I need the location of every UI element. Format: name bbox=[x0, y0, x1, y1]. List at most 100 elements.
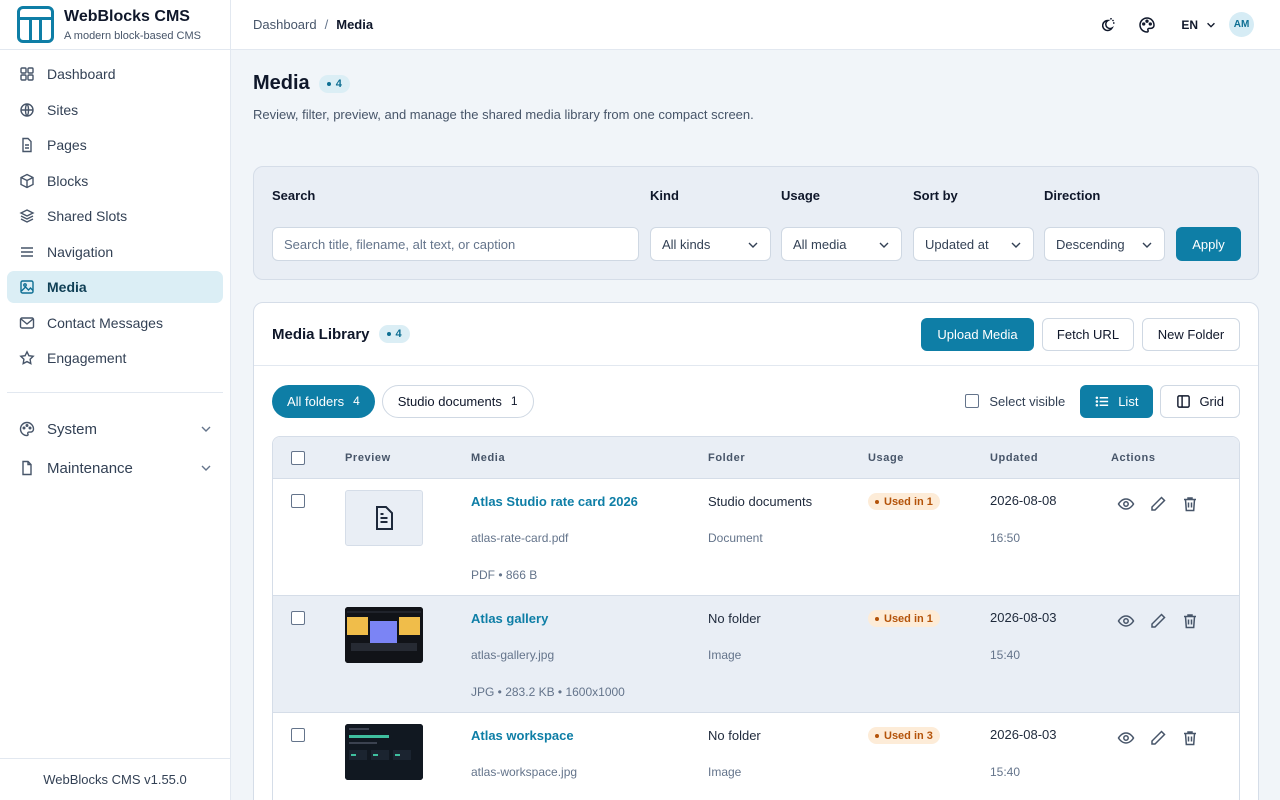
column-header: Preview bbox=[345, 451, 391, 464]
sidebar-item-blocks[interactable]: Blocks bbox=[7, 165, 223, 197]
sidebar-item-sites[interactable]: Sites bbox=[7, 94, 223, 126]
updated-time: 15:40 bbox=[990, 765, 1021, 779]
edit-icon[interactable] bbox=[1149, 729, 1167, 747]
media-title-link[interactable]: Atlas gallery bbox=[471, 611, 548, 626]
gallery-preview-image bbox=[345, 607, 423, 663]
folder-name: Studio documents bbox=[708, 494, 813, 509]
folder-chip-all[interactable]: All folders 4 bbox=[272, 384, 375, 418]
preview-thumbnail[interactable] bbox=[345, 490, 423, 546]
breadcrumb-current: Media bbox=[336, 17, 374, 32]
eye-icon[interactable] bbox=[1117, 612, 1135, 630]
preview-thumbnail[interactable] bbox=[345, 724, 423, 780]
folder-name: No folder bbox=[708, 611, 761, 626]
eye-icon[interactable] bbox=[1117, 495, 1135, 513]
chevron-down-icon bbox=[879, 242, 889, 248]
sidebar-item-label: Navigation bbox=[47, 243, 114, 260]
sidebar-group-system[interactable]: System bbox=[7, 411, 223, 447]
sidebar-group-maintenance[interactable]: Maintenance bbox=[7, 450, 223, 486]
theme-toggle-icon[interactable] bbox=[1098, 16, 1116, 34]
row-actions bbox=[1117, 612, 1199, 630]
media-meta: PDF • 866 B bbox=[471, 568, 538, 582]
sidebar-item-label: Pages bbox=[47, 137, 87, 153]
avatar[interactable]: AM bbox=[1229, 12, 1254, 37]
media-title-link[interactable]: Atlas Studio rate card 2026 bbox=[471, 494, 638, 509]
sidebar-item-contact-messages[interactable]: Contact Messages bbox=[7, 307, 223, 339]
row-checkbox[interactable] bbox=[291, 611, 305, 625]
sidebar-item-engagement[interactable]: Engagement bbox=[7, 342, 223, 374]
sidebar-item-label: Blocks bbox=[47, 172, 89, 189]
breadcrumb-parent[interactable]: Dashboard bbox=[253, 17, 317, 32]
kind-select[interactable]: All kinds bbox=[650, 227, 771, 261]
usage-select[interactable]: All media bbox=[781, 227, 902, 261]
folder-name: No folder bbox=[708, 728, 761, 743]
globe-icon bbox=[20, 102, 34, 117]
page-title: Media bbox=[253, 72, 310, 94]
folder-chip-label: Studio documents bbox=[397, 393, 502, 409]
media-kind: Image bbox=[708, 648, 742, 662]
sidebar-item-label: Engagement bbox=[47, 350, 127, 366]
sidebar-item-shared-slots[interactable]: Shared Slots bbox=[7, 200, 223, 232]
brand[interactable]: WebBlocks CMS A modern block-based CMS bbox=[0, 0, 230, 50]
trash-icon[interactable] bbox=[1181, 729, 1199, 747]
trash-icon[interactable] bbox=[1181, 495, 1199, 513]
brand-tagline: A modern block-based CMS bbox=[64, 29, 201, 42]
edit-icon[interactable] bbox=[1149, 612, 1167, 630]
edit-icon[interactable] bbox=[1149, 495, 1167, 513]
fetch-url-button[interactable]: Fetch URL bbox=[1042, 317, 1134, 351]
row-checkbox[interactable] bbox=[291, 494, 305, 508]
main-content: Media 4 Review, filter, preview, and man… bbox=[231, 50, 1280, 800]
chevron-down-icon bbox=[201, 465, 211, 471]
sort-select[interactable]: Updated at bbox=[913, 227, 1034, 261]
new-folder-button[interactable]: New Folder bbox=[1142, 317, 1240, 351]
select-all-checkbox[interactable] bbox=[291, 451, 305, 465]
upload-media-button[interactable]: Upload Media bbox=[921, 317, 1034, 351]
media-table: Preview Media Folder Usage Updated Actio… bbox=[272, 436, 1240, 800]
search-placeholder: Search title, filename, alt text, or cap… bbox=[284, 236, 516, 252]
usage-label: Usage bbox=[781, 188, 821, 203]
folder-chip-studio-documents[interactable]: Studio documents 1 bbox=[381, 384, 534, 418]
filter-panel: Search Kind Usage Sort by Direction Sear… bbox=[253, 166, 1259, 280]
row-actions bbox=[1117, 495, 1199, 513]
sidebar-item-dashboard[interactable]: Dashboard bbox=[7, 58, 223, 90]
list-view-button[interactable]: List bbox=[1080, 384, 1154, 418]
brand-name: WebBlocks CMS bbox=[64, 7, 190, 25]
preview-thumbnail[interactable] bbox=[345, 607, 423, 663]
count-badge: 4 bbox=[318, 74, 350, 93]
table-row[interactable]: Atlas Studio rate card 2026 atlas-rate-c… bbox=[273, 479, 1239, 596]
select-visible-checkbox[interactable] bbox=[965, 394, 980, 408]
table-row[interactable]: Atlas workspace atlas-workspace.jpg No f… bbox=[273, 713, 1239, 800]
topbar: Dashboard / Media EN AM bbox=[231, 0, 1280, 50]
sort-value: Updated at bbox=[925, 236, 989, 252]
grid-view-icon bbox=[1177, 394, 1191, 408]
version-label: WebBlocks CMS v1.55.0 bbox=[0, 758, 230, 800]
folder-chip-label: All folders bbox=[287, 393, 345, 409]
chevron-down-icon bbox=[201, 426, 211, 432]
select-visible-label: Select visible bbox=[989, 393, 1066, 409]
sidebar-item-pages[interactable]: Pages bbox=[7, 129, 223, 161]
sidebar-group-label: Maintenance bbox=[47, 459, 133, 477]
row-checkbox[interactable] bbox=[291, 728, 305, 742]
grid-view-button[interactable]: Grid bbox=[1160, 384, 1240, 418]
table-row[interactable]: Atlas gallery atlas-gallery.jpg JPG • 28… bbox=[273, 596, 1239, 713]
sidebar-item-media[interactable]: Media bbox=[7, 271, 223, 303]
breadcrumb: Dashboard / Media bbox=[253, 17, 373, 32]
table-header: Preview Media Folder Usage Updated Actio… bbox=[273, 437, 1239, 479]
direction-select[interactable]: Descending bbox=[1044, 227, 1165, 261]
apply-button[interactable]: Apply bbox=[1176, 227, 1241, 261]
sort-label: Sort by bbox=[913, 188, 958, 203]
count-value: 4 bbox=[395, 328, 402, 340]
count-value: 4 bbox=[335, 77, 342, 90]
library-actions: Upload Media Fetch URL New Folder bbox=[921, 317, 1240, 351]
mail-icon bbox=[19, 316, 35, 329]
media-filename: atlas-rate-card.pdf bbox=[471, 531, 569, 545]
workspace-preview-image bbox=[345, 724, 423, 780]
search-input[interactable]: Search title, filename, alt text, or cap… bbox=[272, 227, 639, 261]
language-selector[interactable]: EN bbox=[1181, 18, 1217, 32]
eye-icon[interactable] bbox=[1117, 729, 1135, 747]
sidebar-item-navigation[interactable]: Navigation bbox=[7, 236, 223, 268]
media-title-link[interactable]: Atlas workspace bbox=[471, 728, 574, 743]
usage-badge: Used in 1 bbox=[868, 493, 940, 510]
palette-icon[interactable] bbox=[1138, 16, 1156, 34]
trash-icon[interactable] bbox=[1181, 612, 1199, 630]
image-icon bbox=[20, 280, 34, 294]
